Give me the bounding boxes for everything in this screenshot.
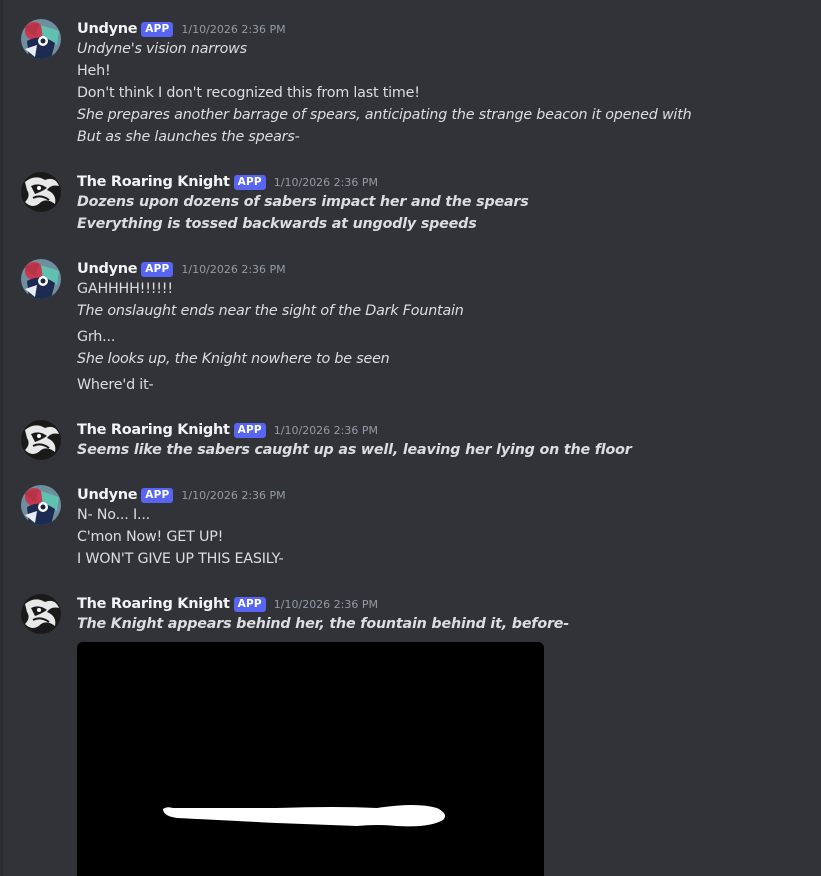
message-header: The Roaring Knight APP 1/10/2026 2:36 PM <box>77 420 378 440</box>
timestamp[interactable]: 1/10/2026 2:36 PM <box>181 489 285 502</box>
message-list[interactable]: Undyne APP 1/10/2026 2:36 PM Undyne's vi… <box>0 0 821 876</box>
message-line: I WON'T GIVE UP THIS EASILY- <box>77 551 284 567</box>
message-line: Grh... <box>77 329 116 345</box>
timestamp[interactable]: 1/10/2026 2:36 PM <box>274 424 378 437</box>
app-badge: APP <box>141 487 174 503</box>
message-line: She prepares another barrage of spears, … <box>77 107 692 123</box>
message-line: C'mon Now! GET UP! <box>77 529 224 545</box>
roaring-knight-avatar-icon[interactable] <box>21 594 61 634</box>
undyne-avatar-icon[interactable] <box>21 485 61 525</box>
app-badge: APP <box>141 21 174 37</box>
author-name[interactable]: Undyne <box>77 487 138 503</box>
message-line: She looks up, the Knight nowhere to be s… <box>77 351 390 367</box>
message-header: The Roaring Knight APP 1/10/2026 2:36 PM <box>77 172 378 192</box>
message-header: Undyne APP 1/10/2026 2:36 PM <box>77 19 286 39</box>
message-line: Undyne's vision narrows <box>77 41 247 57</box>
message-header: Undyne APP 1/10/2026 2:36 PM <box>77 485 286 505</box>
timestamp[interactable]: 1/10/2026 2:36 PM <box>274 598 378 611</box>
message-header: Undyne APP 1/10/2026 2:36 PM <box>77 259 286 279</box>
author-name[interactable]: Undyne <box>77 261 138 277</box>
message-line: The Knight appears behind her, the fount… <box>77 616 570 632</box>
author-name[interactable]: The Roaring Knight <box>77 422 230 438</box>
author-name[interactable]: The Roaring Knight <box>77 596 230 612</box>
message-line: N- No... I... <box>77 507 151 523</box>
undyne-avatar-icon[interactable] <box>21 259 61 299</box>
message-line: But as she launches the spears- <box>77 129 300 145</box>
author-name[interactable]: Undyne <box>77 21 138 37</box>
message-line: Where'd it- <box>77 377 154 393</box>
sword-slash-image <box>77 642 544 876</box>
timestamp[interactable]: 1/10/2026 2:36 PM <box>181 263 285 276</box>
message-line: GAHHHH!!!!!! <box>77 281 173 297</box>
app-badge: APP <box>233 596 266 612</box>
message-line: The onslaught ends near the sight of the… <box>77 303 464 319</box>
app-badge: APP <box>141 261 174 277</box>
message-line: Don't think I don't recognized this from… <box>77 85 420 101</box>
image-attachment[interactable] <box>77 642 544 876</box>
timestamp[interactable]: 1/10/2026 2:36 PM <box>274 176 378 189</box>
app-badge: APP <box>233 422 266 438</box>
message-line: Dozens upon dozens of sabers impact her … <box>77 194 529 210</box>
message-line: Seems like the sabers caught up as well,… <box>77 442 632 458</box>
app-badge: APP <box>233 174 266 190</box>
channel-edge <box>0 0 3 876</box>
undyne-avatar-icon[interactable] <box>21 19 61 59</box>
roaring-knight-avatar-icon[interactable] <box>21 420 61 460</box>
message-line: Everything is tossed backwards at ungodl… <box>77 216 477 232</box>
timestamp[interactable]: 1/10/2026 2:36 PM <box>181 23 285 36</box>
roaring-knight-avatar-icon[interactable] <box>21 172 61 212</box>
message-line: Heh! <box>77 63 111 79</box>
author-name[interactable]: The Roaring Knight <box>77 174 230 190</box>
message-header: The Roaring Knight APP 1/10/2026 2:36 PM <box>77 594 378 614</box>
